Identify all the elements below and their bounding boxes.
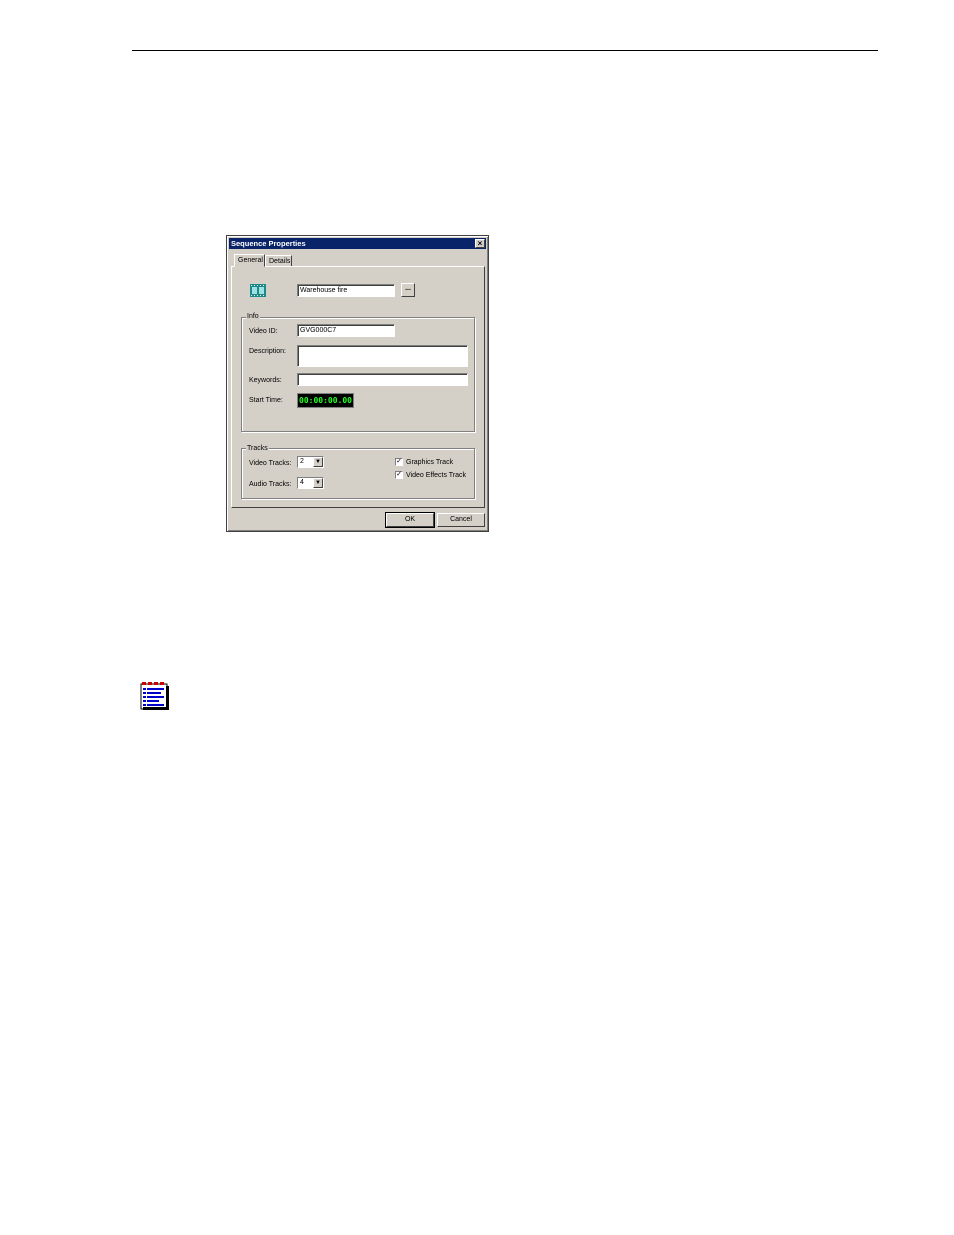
close-button[interactable]: × xyxy=(475,239,485,248)
description-label: Description: xyxy=(249,348,286,355)
notes-icon xyxy=(140,682,169,710)
graphics-track-checkbox[interactable]: ✓ xyxy=(395,458,403,466)
video-effects-track-label: Video Effects Track xyxy=(406,472,467,479)
info-group-label: Info xyxy=(246,313,260,321)
ok-button[interactable]: OK xyxy=(385,512,435,528)
title-bar[interactable]: Sequence Properties × xyxy=(229,238,486,249)
start-time-label: Start Time: xyxy=(249,397,283,404)
video-id-label: Video ID: xyxy=(249,328,278,335)
sequence-name-field[interactable]: Warehouse fire xyxy=(297,284,395,297)
video-tracks-value: 2 xyxy=(300,458,304,465)
video-tracks-label: Video Tracks: xyxy=(249,460,292,467)
video-id-field[interactable]: GVG000C7 xyxy=(297,324,395,337)
close-icon: × xyxy=(477,239,483,248)
checkmark-icon: ✓ xyxy=(396,471,402,478)
sequence-properties-dialog: Sequence Properties × General Details Wa… xyxy=(226,235,489,532)
dialog-title: Sequence Properties xyxy=(231,239,306,248)
audio-tracks-value: 4 xyxy=(300,479,304,486)
video-effects-track-checkbox[interactable]: ✓ xyxy=(395,471,403,479)
dropdown-arrow-icon[interactable]: ▼ xyxy=(313,478,323,488)
checkmark-icon: ✓ xyxy=(396,458,402,465)
graphics-track-label: Graphics Track xyxy=(406,459,454,466)
start-time-display[interactable]: 00:00:00.00 xyxy=(297,393,354,408)
tab-general[interactable]: General xyxy=(234,254,265,267)
header-rule xyxy=(132,50,878,51)
description-field[interactable] xyxy=(297,345,468,367)
audio-tracks-label: Audio Tracks: xyxy=(249,481,292,488)
video-tracks-select[interactable]: 2 ▼ xyxy=(297,456,324,468)
dropdown-arrow-icon[interactable]: ▼ xyxy=(313,457,323,467)
film-icon xyxy=(250,284,266,297)
cancel-button[interactable]: Cancel xyxy=(437,513,485,527)
keywords-label: Keywords: xyxy=(249,377,282,384)
browse-button[interactable]: ... xyxy=(401,283,415,297)
tracks-group-label: Tracks xyxy=(246,445,269,453)
keywords-field[interactable] xyxy=(297,373,468,386)
audio-tracks-select[interactable]: 4 ▼ xyxy=(297,477,324,489)
